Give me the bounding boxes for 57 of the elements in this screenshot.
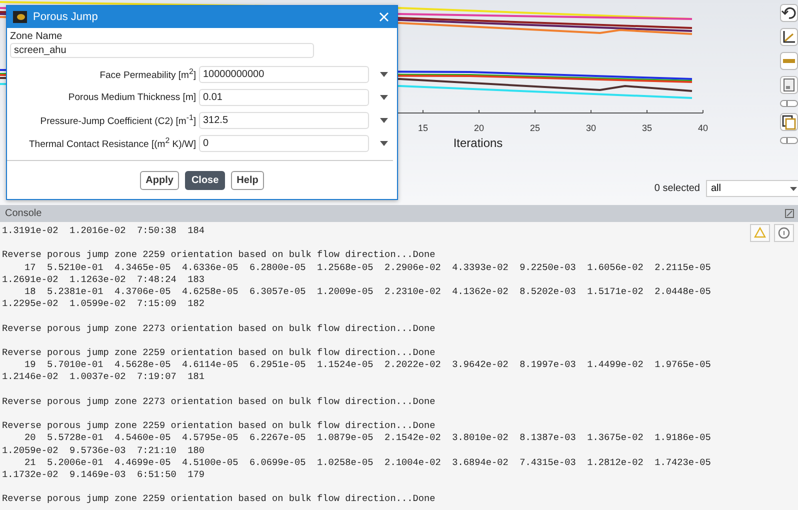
value-field[interactable]: 0.01 <box>199 89 369 106</box>
console-line: Reverse porous jump zone 2273 orientation based on bulk flow direction...Done <box>2 322 436 335</box>
field-label: Porous Medium Thickness [m] <box>67 92 196 103</box>
console-line: 1.2691e-02 1.1263e-02 7:48:24 183 <box>2 274 205 286</box>
console-line: 1.2059e-02 9.5736e-03 7:21:10 180 <box>2 444 205 457</box>
axis-tick-label: 35 <box>642 123 652 133</box>
dialog-button[interactable]: Apply <box>140 171 180 190</box>
slider-icon[interactable] <box>780 137 798 144</box>
axis-title: Iterations <box>453 136 503 150</box>
field-label: Pressure-Jump Coefficient (C2) [m$^{-1}$] <box>39 113 196 128</box>
selection-dropdown[interactable]: all <box>706 180 798 197</box>
dropdown-caret-icon[interactable] <box>380 72 388 77</box>
console-line: 1.1732e-02 9.1469e-03 6:51:50 179 <box>2 468 205 482</box>
console-line: Reverse porous jump zone 2259 orientation based on bulk flow direction...Done <box>2 420 436 432</box>
console-line: 1.3191e-02 1.2016e-02 7:50:38 184 <box>2 225 205 238</box>
app-icon <box>13 11 27 23</box>
selection-count: 0 selected <box>654 183 700 194</box>
console-line: 17 5.5210e-01 4.3465e-05 4.6336e-05 6.2800e-05 1.2568e-05 2.2906e-02 4.3393e-02 9.2250e-03 1.6056e-02 2.2115e-05 <box>24 262 711 274</box>
dropdown-caret-icon[interactable] <box>380 141 388 146</box>
value-field[interactable]: 10000000000 <box>199 66 369 83</box>
value-field[interactable]: 0 <box>199 135 369 152</box>
axis-tick-label: 20 <box>474 123 484 133</box>
console-line: Reverse porous jump zone 2259 orientation based on bulk flow direction...Done <box>2 493 436 506</box>
console-line: 18 5.2381e-01 4.3706e-05 4.6258e-05 6.3057e-05 1.2009e-05 2.2310e-02 4.1362e-02 8.5202e-03 1.5171e-02 2.0448e-05 <box>24 286 711 298</box>
console-line: 20 5.5728e-01 4.5460e-05 4.5795e-05 6.2267e-05 1.0879e-05 2.1542e-02 3.8010e-02 8.1387e-03 1.3675e-02 1.9186e-05 <box>24 432 711 445</box>
dropdown-caret-icon <box>790 186 797 190</box>
close-icon[interactable] <box>379 12 389 22</box>
slider-icon[interactable] <box>780 100 798 107</box>
axes-icon[interactable] <box>780 28 798 46</box>
info-icon[interactable] <box>774 224 794 242</box>
value-field[interactable]: 312.5 <box>199 112 369 129</box>
axis-tick-label: 30 <box>586 123 596 133</box>
maximize-icon[interactable] <box>785 209 794 218</box>
axis-tick-label: 40 <box>698 123 708 133</box>
field-label: Thermal Contact Resistance [(m$^{2}$ K)/W] <box>28 136 196 151</box>
console-line: 21 5.2006e-01 4.4699e-05 4.5100e-05 6.0699e-05 1.0258e-05 2.1004e-02 3.6894e-02 7.4315e-03 1.2812e-02 1.7423e-05 <box>24 456 711 469</box>
dropdown-caret-icon[interactable] <box>380 95 388 100</box>
axis-tick-label: 25 <box>530 123 540 133</box>
dropdown-caret-icon[interactable] <box>380 118 388 123</box>
console-line: Reverse porous jump zone 2259 orientation based on bulk flow direction...Done <box>2 249 436 262</box>
zone-name-field[interactable]: screen_ahu <box>10 43 314 58</box>
axis-tick-label: 15 <box>418 123 428 133</box>
zone-name-label: Zone Name <box>10 31 64 42</box>
console-line: 1.2146e-02 1.0037e-02 7:19:07 181 <box>2 371 205 384</box>
undo-icon[interactable] <box>780 4 798 22</box>
console-title: Console <box>5 208 42 219</box>
console-line: 19 5.7010e-01 4.5628e-05 4.6114e-05 6.2951e-05 1.1524e-05 2.2022e-02 3.9642e-02 8.1997e-03 1.4499e-02 1.9765e-05 <box>24 359 711 372</box>
console-line: Reverse porous jump zone 2259 orientation based on bulk flow direction...Done <box>2 346 436 360</box>
dialog-button[interactable]: Close <box>185 171 225 190</box>
dialog-button[interactable]: Help <box>230 171 264 190</box>
console-line: Reverse porous jump zone 2273 orientation based on bulk flow direction...Done <box>2 396 436 408</box>
dialog-title: Porous Jump <box>33 11 99 23</box>
ruler-icon[interactable] <box>780 52 798 70</box>
console-line: 1.2295e-02 1.0599e-02 7:15:09 182 <box>2 298 205 310</box>
field-label: Face Permeability [m$^{2}$] <box>98 67 196 82</box>
document-icon[interactable] <box>780 76 798 94</box>
copy-icon[interactable] <box>780 113 798 131</box>
